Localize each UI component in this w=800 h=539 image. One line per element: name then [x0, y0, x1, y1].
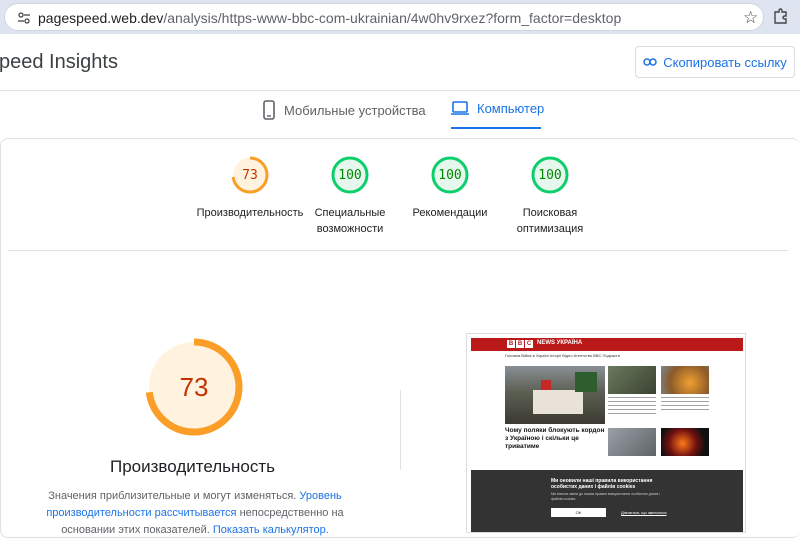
vertical-divider [400, 390, 401, 470]
cookie-banner: Ми оновили наші правила використання осо… [471, 470, 743, 532]
gauge-best-practices[interactable]: 100 [430, 155, 470, 195]
page-screenshot[interactable]: B B C NEWS УКРАЇНА Головна Війна в Украї… [466, 333, 746, 533]
copy-link-button[interactable]: Скопировать ссылку [635, 46, 795, 78]
browser-chrome: pagespeed.web.dev/analysis/https-www-bbc… [0, 0, 800, 34]
cookie-title: Ми оновили наші правила використання осо… [551, 478, 653, 490]
tab-desktop[interactable]: Компьютер [451, 100, 544, 116]
bbc-news-label: NEWS УКРАЇНА [537, 340, 583, 346]
main-headline: Чому поляки блокують кордон з Україною і… [505, 427, 605, 450]
performance-score: 73 [179, 371, 209, 402]
gauge-score: 73 [242, 167, 258, 183]
gauge-label-seo: Поисковая оптимизация [516, 207, 584, 235]
side-text-1 [608, 397, 656, 417]
url-text[interactable]: pagespeed.web.dev/analysis/https-www-bbc… [38, 10, 621, 26]
bbc-nav: Головна Війна в Україні Історії Відео Аг… [505, 353, 620, 358]
device-tabs: Мобильные устройства Компьютер [0, 92, 800, 132]
main-photo [505, 366, 605, 424]
gauge-score: 100 [438, 167, 462, 183]
extensions-icon[interactable] [772, 7, 790, 25]
gauge-performance[interactable]: 73 [230, 155, 270, 195]
gauge-label-best-practices: Рекомендации [412, 207, 488, 219]
gauge-label-performance: Производительность [196, 207, 304, 219]
bbc-header: B B C NEWS УКРАЇНА [471, 338, 743, 351]
side-photo-3 [608, 428, 656, 456]
link-icon [643, 58, 657, 66]
bbc-logo: B B C [507, 340, 533, 348]
tab-desktop-label: Компьютер [477, 100, 545, 116]
gauge-accessibility[interactable]: 100 [330, 155, 370, 195]
app-header: peed Insights Скопировать ссылку [0, 34, 800, 91]
performance-title: Производительность [109, 457, 275, 476]
address-bar[interactable]: pagespeed.web.dev/analysis/https-www-bbc… [4, 3, 764, 31]
copy-link-label: Скопировать ссылку [663, 54, 787, 70]
cookie-ok-button[interactable]: OK [551, 508, 606, 517]
calculator-link[interactable]: Показать калькулятор. [213, 524, 329, 536]
gauge-score: 100 [338, 167, 362, 183]
cookie-text: Ми внесли зміни до наших правил використ… [551, 492, 661, 501]
gauge-score: 100 [538, 167, 562, 183]
performance-description: Значения приблизительные и могут изменят… [46, 490, 344, 536]
tab-mobile-label: Мобильные устройства [284, 102, 426, 118]
side-photo-1 [608, 366, 656, 394]
active-tab-indicator [451, 127, 541, 129]
site-settings-icon[interactable] [17, 11, 31, 25]
section-divider [8, 250, 788, 251]
brand-title: peed Insights [0, 51, 118, 73]
laptop-icon [451, 101, 469, 115]
phone-icon [263, 100, 275, 120]
cookie-changes-link[interactable]: Дізнатися, що змінилося [621, 510, 667, 515]
tab-mobile[interactable]: Мобильные устройства [262, 100, 426, 120]
side-text-2 [661, 397, 709, 413]
gauge-seo[interactable]: 100 [530, 155, 570, 195]
side-photo-2 [661, 366, 709, 394]
gauge-label-accessibility: Специальные возможности [314, 207, 386, 235]
side-photo-4 [661, 428, 709, 456]
bookmark-star-icon[interactable]: ☆ [743, 8, 758, 28]
